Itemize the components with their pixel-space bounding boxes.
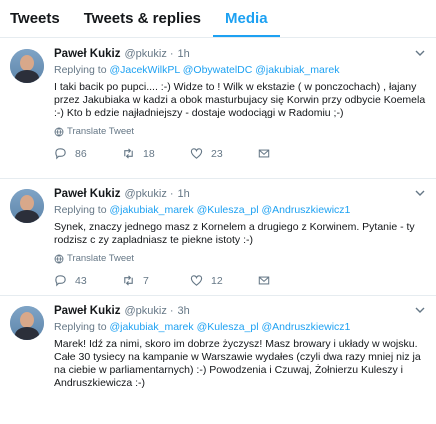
timestamp[interactable]: 1h: [178, 187, 190, 201]
retweet-button[interactable]: 7: [122, 274, 190, 287]
author-name[interactable]: Paweł Kukiz: [54, 47, 120, 61]
reply-count: 43: [75, 274, 87, 287]
globe-icon: [54, 127, 64, 136]
translate-tweet-link[interactable]: Translate Tweet: [54, 126, 426, 137]
reply-mentions[interactable]: @jakubiak_marek @Kulesza_pl @Andruszkiew…: [109, 321, 350, 333]
author-handle[interactable]: @pkukiz: [124, 47, 166, 61]
replying-to: Replying to @jakubiak_marek @Kulesza_pl …: [54, 321, 426, 334]
avatar[interactable]: [10, 306, 44, 340]
heart-icon: [190, 148, 203, 159]
tweet-header: Paweł Kukiz @pkukiz · 1h: [54, 187, 426, 201]
replying-to-label: Replying to: [54, 321, 107, 333]
like-button[interactable]: 12: [190, 274, 258, 287]
like-count: 12: [211, 274, 223, 287]
reply-button[interactable]: 86: [54, 147, 122, 160]
replying-to-label: Replying to: [54, 204, 107, 216]
tweet[interactable]: Paweł Kukiz @pkukiz · 3h Replying to @ja…: [0, 296, 436, 424]
avatar[interactable]: [10, 49, 44, 83]
tweet-header: Paweł Kukiz @pkukiz · 1h: [54, 47, 426, 61]
author-name[interactable]: Paweł Kukiz: [54, 304, 120, 318]
author-handle[interactable]: @pkukiz: [124, 187, 166, 201]
separator-dot: ·: [169, 305, 174, 317]
tab-tweets[interactable]: Tweets: [0, 0, 72, 37]
timestamp[interactable]: 1h: [178, 47, 190, 61]
tweet-actions: 43 7 12: [54, 274, 426, 287]
reply-icon: [55, 275, 66, 287]
retweet-count: 18: [143, 147, 155, 160]
separator-dot: ·: [169, 48, 174, 60]
heart-icon: [190, 275, 203, 286]
tab-tweets-and-replies[interactable]: Tweets & replies: [72, 0, 213, 37]
tweet-text: I taki bacik po pupci.... :-) Widze to !…: [54, 81, 426, 119]
like-button[interactable]: 23: [190, 147, 258, 160]
replying-to-label: Replying to: [54, 64, 107, 76]
retweet-count: 7: [143, 274, 149, 287]
tweet-text: Synek, znaczy jednego masz z Kornelem a …: [54, 221, 415, 246]
timestamp[interactable]: 3h: [178, 304, 190, 318]
tweet[interactable]: Paweł Kukiz @pkukiz · 1h Replying to @Ja…: [0, 39, 436, 179]
tweet[interactable]: Paweł Kukiz @pkukiz · 1h Replying to @ja…: [0, 179, 436, 296]
tweet-text: Marek! Idź za nimi, skoro im dobrze życz…: [54, 338, 421, 389]
like-count: 23: [211, 147, 223, 160]
translate-tweet-link[interactable]: Translate Tweet: [54, 253, 426, 264]
direct-message-button[interactable]: [258, 274, 278, 287]
retweet-icon: [124, 148, 133, 159]
reply-mentions[interactable]: @jakubiak_marek @Kulesza_pl @Andruszkiew…: [109, 204, 350, 216]
tweet-actions: 86 18 23: [54, 147, 426, 160]
retweet-icon: [124, 275, 133, 286]
chevron-down-icon[interactable]: [414, 47, 426, 59]
globe-icon: [54, 254, 64, 263]
translate-label: Translate Tweet: [67, 126, 135, 137]
chevron-down-icon[interactable]: [414, 187, 426, 199]
translate-label: Translate Tweet: [67, 253, 135, 264]
reply-count: 86: [75, 147, 87, 160]
author-handle[interactable]: @pkukiz: [124, 304, 166, 318]
reply-mentions[interactable]: @JacekWilkPL @ObywatelDC @jakubiak_marek: [109, 64, 339, 76]
tweet-header: Paweł Kukiz @pkukiz · 3h: [54, 304, 426, 318]
reply-button[interactable]: 43: [54, 274, 122, 287]
replying-to: Replying to @JacekWilkPL @ObywatelDC @ja…: [54, 64, 426, 77]
reply-icon: [55, 148, 66, 160]
profile-tabs: Tweets Tweets & replies Media: [0, 0, 436, 38]
replying-to: Replying to @jakubiak_marek @Kulesza_pl …: [54, 204, 426, 217]
envelope-icon: [258, 149, 270, 158]
chevron-down-icon[interactable]: [414, 304, 426, 316]
tab-media[interactable]: Media: [213, 0, 280, 37]
separator-dot: ·: [169, 188, 174, 200]
author-name[interactable]: Paweł Kukiz: [54, 187, 120, 201]
retweet-button[interactable]: 18: [122, 147, 190, 160]
avatar[interactable]: [10, 189, 44, 223]
direct-message-button[interactable]: [258, 147, 278, 160]
envelope-icon: [258, 276, 270, 285]
